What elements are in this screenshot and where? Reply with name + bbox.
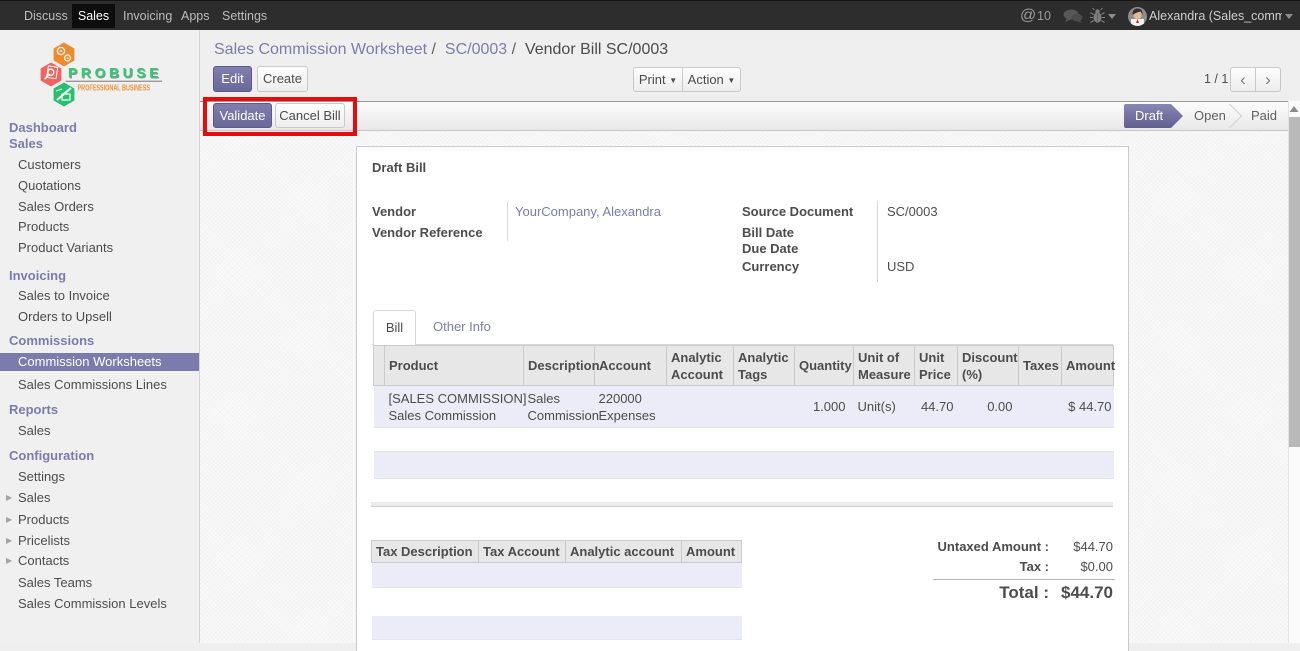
svg-text:PROFESSIONAL BUSINESS: PROFESSIONAL BUSINESS [78, 84, 151, 93]
svg-text:PROBUSE: PROBUSE [68, 65, 162, 80]
